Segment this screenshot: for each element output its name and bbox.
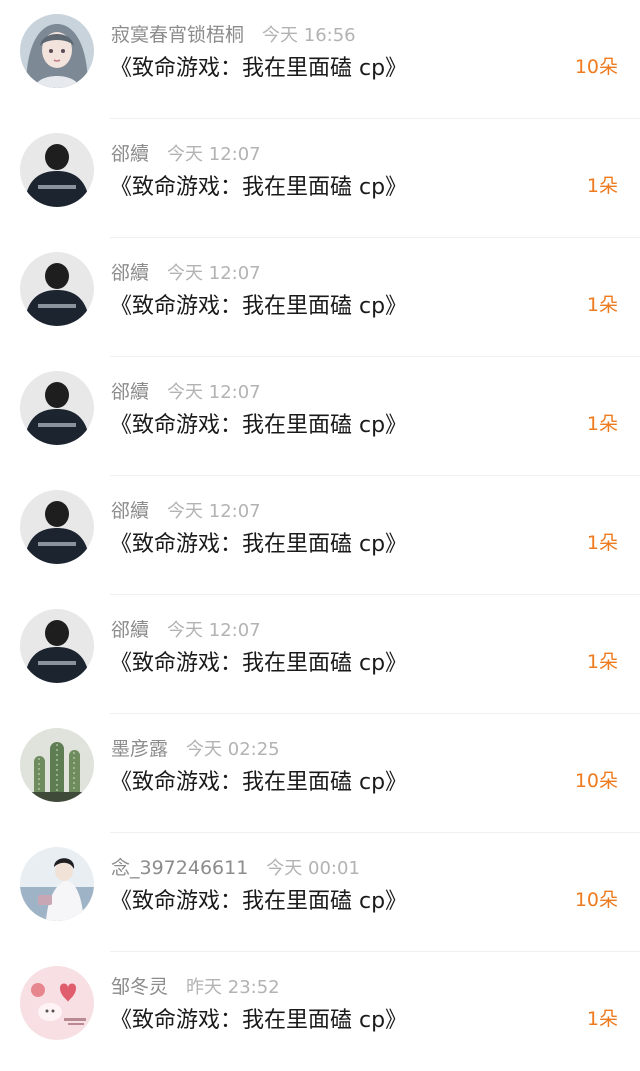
flower-count: 10朵 xyxy=(574,770,618,792)
username[interactable]: 郤續 xyxy=(111,615,149,642)
username[interactable]: 郤續 xyxy=(111,377,149,404)
username[interactable]: 念_397246611 xyxy=(111,853,248,880)
username[interactable]: 墨彦露 xyxy=(111,734,168,761)
avatar-dark-hoodie-icon[interactable] xyxy=(20,252,94,326)
timestamp: 今天 12:07 xyxy=(167,501,261,522)
flower-count: 10朵 xyxy=(574,889,618,911)
username[interactable]: 邹冬灵 xyxy=(111,972,168,999)
timestamp: 今天 12:07 xyxy=(167,144,261,165)
username[interactable]: 郤續 xyxy=(111,496,149,523)
timestamp: 今天 12:07 xyxy=(167,263,261,284)
book-title[interactable]: 《致命游戏：我在里面磕 cp》 xyxy=(110,764,407,796)
avatar-cactus-icon[interactable] xyxy=(20,728,94,802)
timestamp: 今天 16:56 xyxy=(262,25,356,46)
flower-count: 1朵 xyxy=(586,175,618,197)
timestamp: 昨天 23:52 xyxy=(186,977,280,998)
flower-count: 1朵 xyxy=(586,532,618,554)
list-item[interactable]: 邹冬灵 昨天 23:52 《致命游戏：我在里面磕 cp》 1朵 xyxy=(0,952,640,1071)
username[interactable]: 郤續 xyxy=(111,139,149,166)
book-title[interactable]: 《致命游戏：我在里面磕 cp》 xyxy=(110,169,407,201)
list-item[interactable]: 郤續 今天 12:07 《致命游戏：我在里面磕 cp》 1朵 xyxy=(0,476,640,595)
gift-record-list: 寂寞春宵锁梧桐 今天 16:56 《致命游戏：我在里面磕 cp》 10朵 郤續 … xyxy=(0,0,640,1059)
flower-count: 1朵 xyxy=(586,294,618,316)
list-item[interactable]: 郤續 今天 12:07 《致命游戏：我在里面磕 cp》 1朵 xyxy=(0,119,640,238)
avatar-dark-hoodie-icon[interactable] xyxy=(20,490,94,564)
timestamp: 今天 12:07 xyxy=(167,620,261,641)
timestamp: 今天 12:07 xyxy=(167,382,261,403)
book-title[interactable]: 《致命游戏：我在里面磕 cp》 xyxy=(110,883,407,915)
list-item[interactable]: 郤續 今天 12:07 《致命游戏：我在里面磕 cp》 1朵 xyxy=(0,357,640,476)
book-title[interactable]: 《致命游戏：我在里面磕 cp》 xyxy=(110,645,407,677)
timestamp: 今天 02:25 xyxy=(186,739,280,760)
timestamp: 今天 00:01 xyxy=(266,858,360,879)
flower-count: 1朵 xyxy=(586,413,618,435)
list-item[interactable]: 念_397246611 今天 00:01 《致命游戏：我在里面磕 cp》 10朵 xyxy=(0,833,640,952)
avatar-dark-hoodie-icon[interactable] xyxy=(20,133,94,207)
flower-count: 1朵 xyxy=(586,1008,618,1030)
avatar-dark-hoodie-icon[interactable] xyxy=(20,371,94,445)
avatar-anime-girl-icon[interactable] xyxy=(20,14,94,88)
username[interactable]: 郤續 xyxy=(111,258,149,285)
list-item[interactable]: 郤續 今天 12:07 《致命游戏：我在里面磕 cp》 1朵 xyxy=(0,238,640,357)
flower-count: 1朵 xyxy=(586,651,618,673)
book-title[interactable]: 《致命游戏：我在里面磕 cp》 xyxy=(110,526,407,558)
book-title[interactable]: 《致命游戏：我在里面磕 cp》 xyxy=(110,288,407,320)
list-item[interactable]: 寂寞春宵锁梧桐 今天 16:56 《致命游戏：我在里面磕 cp》 10朵 xyxy=(0,0,640,119)
avatar-hanfu-girl-icon[interactable] xyxy=(20,847,94,921)
list-item[interactable]: 郤續 今天 12:07 《致命游戏：我在里面磕 cp》 1朵 xyxy=(0,595,640,714)
avatar-pink-cartoon-icon[interactable] xyxy=(20,966,94,1040)
book-title[interactable]: 《致命游戏：我在里面磕 cp》 xyxy=(110,1002,407,1034)
list-item[interactable]: 墨彦露 今天 02:25 《致命游戏：我在里面磕 cp》 10朵 xyxy=(0,714,640,833)
avatar-dark-hoodie-icon[interactable] xyxy=(20,609,94,683)
flower-count: 10朵 xyxy=(574,56,618,78)
book-title[interactable]: 《致命游戏：我在里面磕 cp》 xyxy=(110,407,407,439)
book-title[interactable]: 《致命游戏：我在里面磕 cp》 xyxy=(110,50,407,82)
username[interactable]: 寂寞春宵锁梧桐 xyxy=(111,20,244,47)
